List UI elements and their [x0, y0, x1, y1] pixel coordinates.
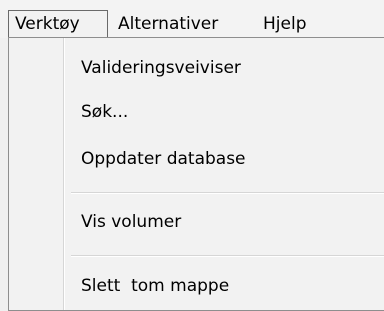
- menu-item-vis-volumer[interactable]: Vis volumer: [81, 210, 181, 234]
- menu-item-label: Slett tom mappe: [81, 276, 230, 296]
- menu-hjelp-label: Hjelp: [263, 14, 307, 34]
- menu-alternativer-label: Alternativer: [118, 14, 219, 34]
- verktoy-dropdown-menu: Valideringsveiviser Søk... Oppdater data…: [8, 37, 384, 311]
- menu-item-label: Valideringsveiviser: [81, 58, 241, 78]
- icon-gutter-divider-highlight: [64, 38, 65, 310]
- menu-separator: [71, 192, 384, 194]
- menu-item-sok[interactable]: Søk...: [81, 100, 128, 124]
- menu-verktoy[interactable]: Verktøy: [8, 10, 108, 38]
- menu-hjelp[interactable]: Hjelp: [263, 10, 306, 38]
- menu-item-label: Oppdater database: [81, 149, 246, 169]
- menu-item-slett-tom-mappe[interactable]: Slett tom mappe: [81, 274, 229, 298]
- menu-item-label: Vis volumer: [81, 212, 182, 232]
- menu-bar: Verktøy Alternativer Hjelp: [0, 0, 384, 38]
- menu-item-valideringsveiviser[interactable]: Valideringsveiviser: [81, 56, 241, 80]
- menu-verktoy-label: Verktøy: [15, 14, 80, 34]
- menu-item-oppdater-database[interactable]: Oppdater database: [81, 147, 246, 171]
- menu-item-label: Søk...: [81, 102, 129, 122]
- menu-separator: [71, 255, 384, 257]
- menu-alternativer[interactable]: Alternativer: [118, 10, 218, 38]
